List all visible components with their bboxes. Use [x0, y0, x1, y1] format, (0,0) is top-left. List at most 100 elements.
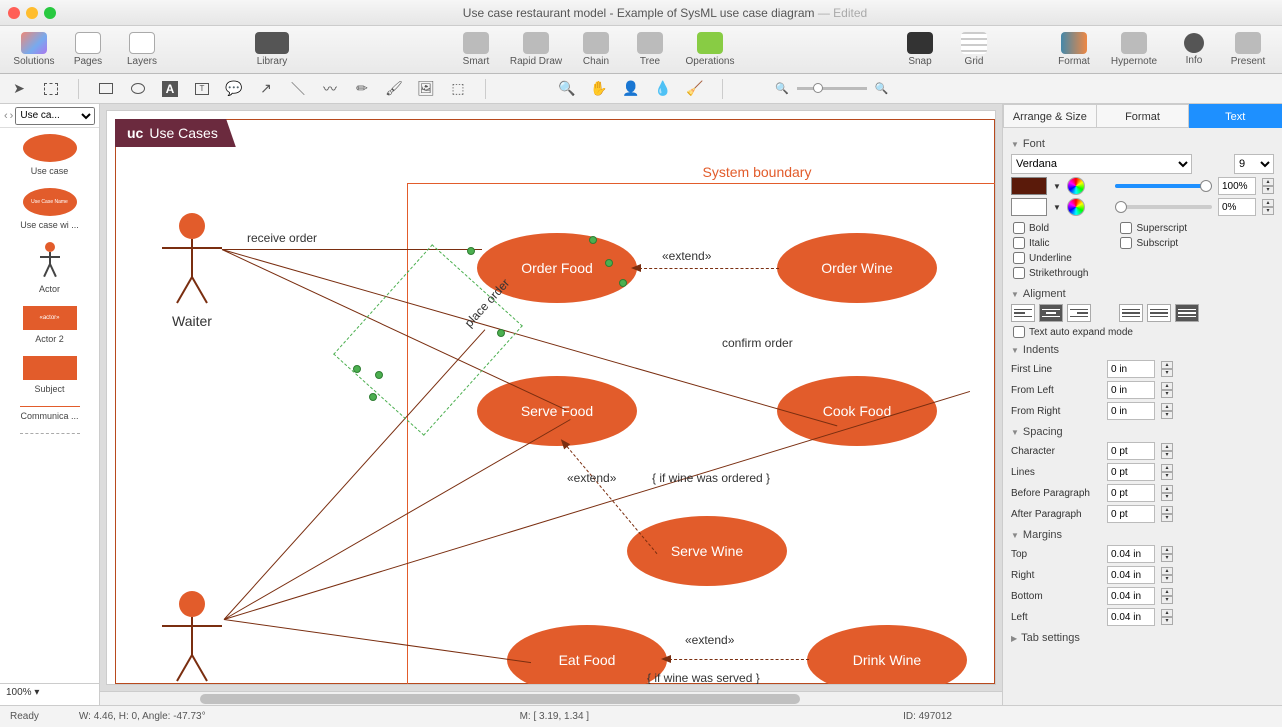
zoom-out-icon[interactable]: 🔍	[775, 82, 789, 95]
auto-expand-checkbox[interactable]	[1013, 326, 1025, 338]
strike-checkbox[interactable]	[1013, 267, 1025, 279]
bg-color-picker-button[interactable]	[1067, 198, 1085, 216]
margin-bottom-input[interactable]	[1107, 587, 1155, 605]
nav-fwd-button[interactable]: ›	[10, 110, 14, 122]
uc-serve-wine[interactable]: Serve Wine	[627, 516, 787, 586]
zoom-readout[interactable]: 100% ▾	[0, 683, 99, 705]
indent-right-input[interactable]	[1107, 402, 1155, 420]
uc-order-wine[interactable]: Order Wine	[777, 233, 937, 303]
section-indents[interactable]: Indents	[1011, 344, 1274, 356]
oval-tool[interactable]	[129, 80, 147, 98]
stamp-tool[interactable]: 👤	[622, 80, 640, 98]
valign-top-button[interactable]	[1119, 304, 1143, 322]
format-button[interactable]: Format	[1050, 29, 1098, 71]
rapid-draw-button[interactable]: Rapid Draw	[506, 29, 566, 71]
pages-button[interactable]: Pages	[64, 29, 112, 71]
indent-left-input[interactable]	[1107, 381, 1155, 399]
section-alignment[interactable]: Aligment	[1011, 288, 1274, 300]
align-left-button[interactable]	[1011, 304, 1035, 322]
actor-customer[interactable]	[162, 591, 222, 685]
curve-tool[interactable]: 〰	[321, 80, 339, 98]
margin-right-input[interactable]	[1107, 566, 1155, 584]
bold-checkbox[interactable]	[1013, 222, 1025, 234]
shape-usecase[interactable]: Use case	[0, 134, 99, 176]
color-picker-button[interactable]	[1067, 177, 1085, 195]
text-tool[interactable]: A	[161, 80, 179, 98]
zoom-in-icon[interactable]: 🔍	[875, 82, 889, 95]
bg-color-swatch[interactable]	[1011, 198, 1047, 216]
textbox-tool[interactable]: T	[193, 80, 211, 98]
close-button[interactable]	[8, 7, 20, 19]
spacing-after-input[interactable]	[1107, 505, 1155, 523]
indent-first-input[interactable]	[1107, 360, 1155, 378]
spacing-char-input[interactable]	[1107, 442, 1155, 460]
margin-top-input[interactable]	[1107, 545, 1155, 563]
align-right-button[interactable]	[1067, 304, 1091, 322]
extend-drinkwine[interactable]	[669, 659, 809, 660]
library-button[interactable]: Library	[248, 29, 296, 71]
font-family-select[interactable]: Verdana	[1011, 154, 1192, 174]
layers-button[interactable]: Layers	[118, 29, 166, 71]
spacing-before-input[interactable]	[1107, 484, 1155, 502]
zoom-slider[interactable]: 🔍 🔍	[775, 82, 888, 95]
rect-tool[interactable]	[97, 80, 115, 98]
eyedropper-tool[interactable]: 💧	[654, 80, 672, 98]
brush-tool[interactable]: 🖌	[385, 80, 403, 98]
text-color-swatch[interactable]	[1011, 177, 1047, 195]
section-tab-settings[interactable]: Tab settings	[1011, 632, 1274, 644]
pointer-tool[interactable]: ➤	[10, 80, 28, 98]
opacity-input-1[interactable]	[1218, 177, 1256, 195]
library-dropdown[interactable]: Use ca...	[15, 107, 95, 125]
hypernote-button[interactable]: Hypernote	[1104, 29, 1164, 71]
superscript-checkbox[interactable]	[1120, 222, 1132, 234]
nav-back-button[interactable]: ‹	[4, 110, 8, 122]
valign-mid-button[interactable]	[1147, 304, 1171, 322]
extend-orderwine[interactable]	[639, 268, 779, 269]
shape-dashed[interactable]	[0, 433, 99, 434]
valign-bottom-button[interactable]	[1175, 304, 1199, 322]
shape-actor2[interactable]: «actor»Actor 2	[0, 306, 99, 344]
operations-button[interactable]: Operations	[680, 29, 740, 71]
shapes-tool[interactable]: ⬚	[449, 80, 467, 98]
horizontal-scrollbar[interactable]	[100, 691, 1002, 705]
info-button[interactable]: Info	[1170, 29, 1218, 71]
italic-checkbox[interactable]	[1013, 237, 1025, 249]
subscript-checkbox[interactable]	[1120, 237, 1132, 249]
margin-left-input[interactable]	[1107, 608, 1155, 626]
smart-button[interactable]: Smart	[452, 29, 500, 71]
align-center-button[interactable]	[1039, 304, 1063, 322]
shape-usecase-with-name[interactable]: Use Case NameUse case wi ...	[0, 188, 99, 230]
uc-cook-food[interactable]: Cook Food	[777, 376, 937, 446]
callout-tool[interactable]: 💬	[225, 80, 243, 98]
snap-button[interactable]: Snap	[896, 29, 944, 71]
uc-serve-food[interactable]: Serve Food	[477, 376, 637, 446]
present-button[interactable]: Present	[1224, 29, 1272, 71]
tab-text[interactable]: Text	[1189, 104, 1282, 128]
section-spacing[interactable]: Spacing	[1011, 426, 1274, 438]
chain-button[interactable]: Chain	[572, 29, 620, 71]
hand-tool[interactable]: ✋	[590, 80, 608, 98]
tab-arrange[interactable]: Arrange & Size	[1003, 104, 1097, 128]
actor-waiter[interactable]: Waiter	[162, 213, 222, 329]
tab-format[interactable]: Format	[1097, 104, 1190, 128]
line-tool[interactable]: ↗	[257, 80, 275, 98]
shape-subject[interactable]: Subject	[0, 356, 99, 394]
eraser-tool[interactable]: 🧹	[686, 80, 704, 98]
opacity-input-2[interactable]	[1218, 198, 1256, 216]
opacity-slider-2[interactable]	[1115, 205, 1212, 209]
maximize-button[interactable]	[44, 7, 56, 19]
opacity-slider-1[interactable]	[1115, 184, 1212, 188]
section-font[interactable]: Font	[1011, 138, 1274, 150]
spacing-lines-input[interactable]	[1107, 463, 1155, 481]
shape-communication[interactable]: Communica ...	[0, 406, 99, 421]
font-size-select[interactable]: 9	[1234, 154, 1274, 174]
zoom-tool[interactable]: 🔍	[558, 80, 576, 98]
underline-checkbox[interactable]	[1013, 252, 1025, 264]
grid-button[interactable]: Grid	[950, 29, 998, 71]
conn-receive-order[interactable]	[222, 249, 482, 250]
shape-actor[interactable]: Actor	[0, 242, 99, 294]
canvas[interactable]: ucUse Cases System boundary Waiter Order…	[106, 110, 996, 685]
marquee-tool[interactable]	[42, 80, 60, 98]
divider-tool[interactable]: ＼	[289, 80, 307, 98]
section-margins[interactable]: Margins	[1011, 529, 1274, 541]
